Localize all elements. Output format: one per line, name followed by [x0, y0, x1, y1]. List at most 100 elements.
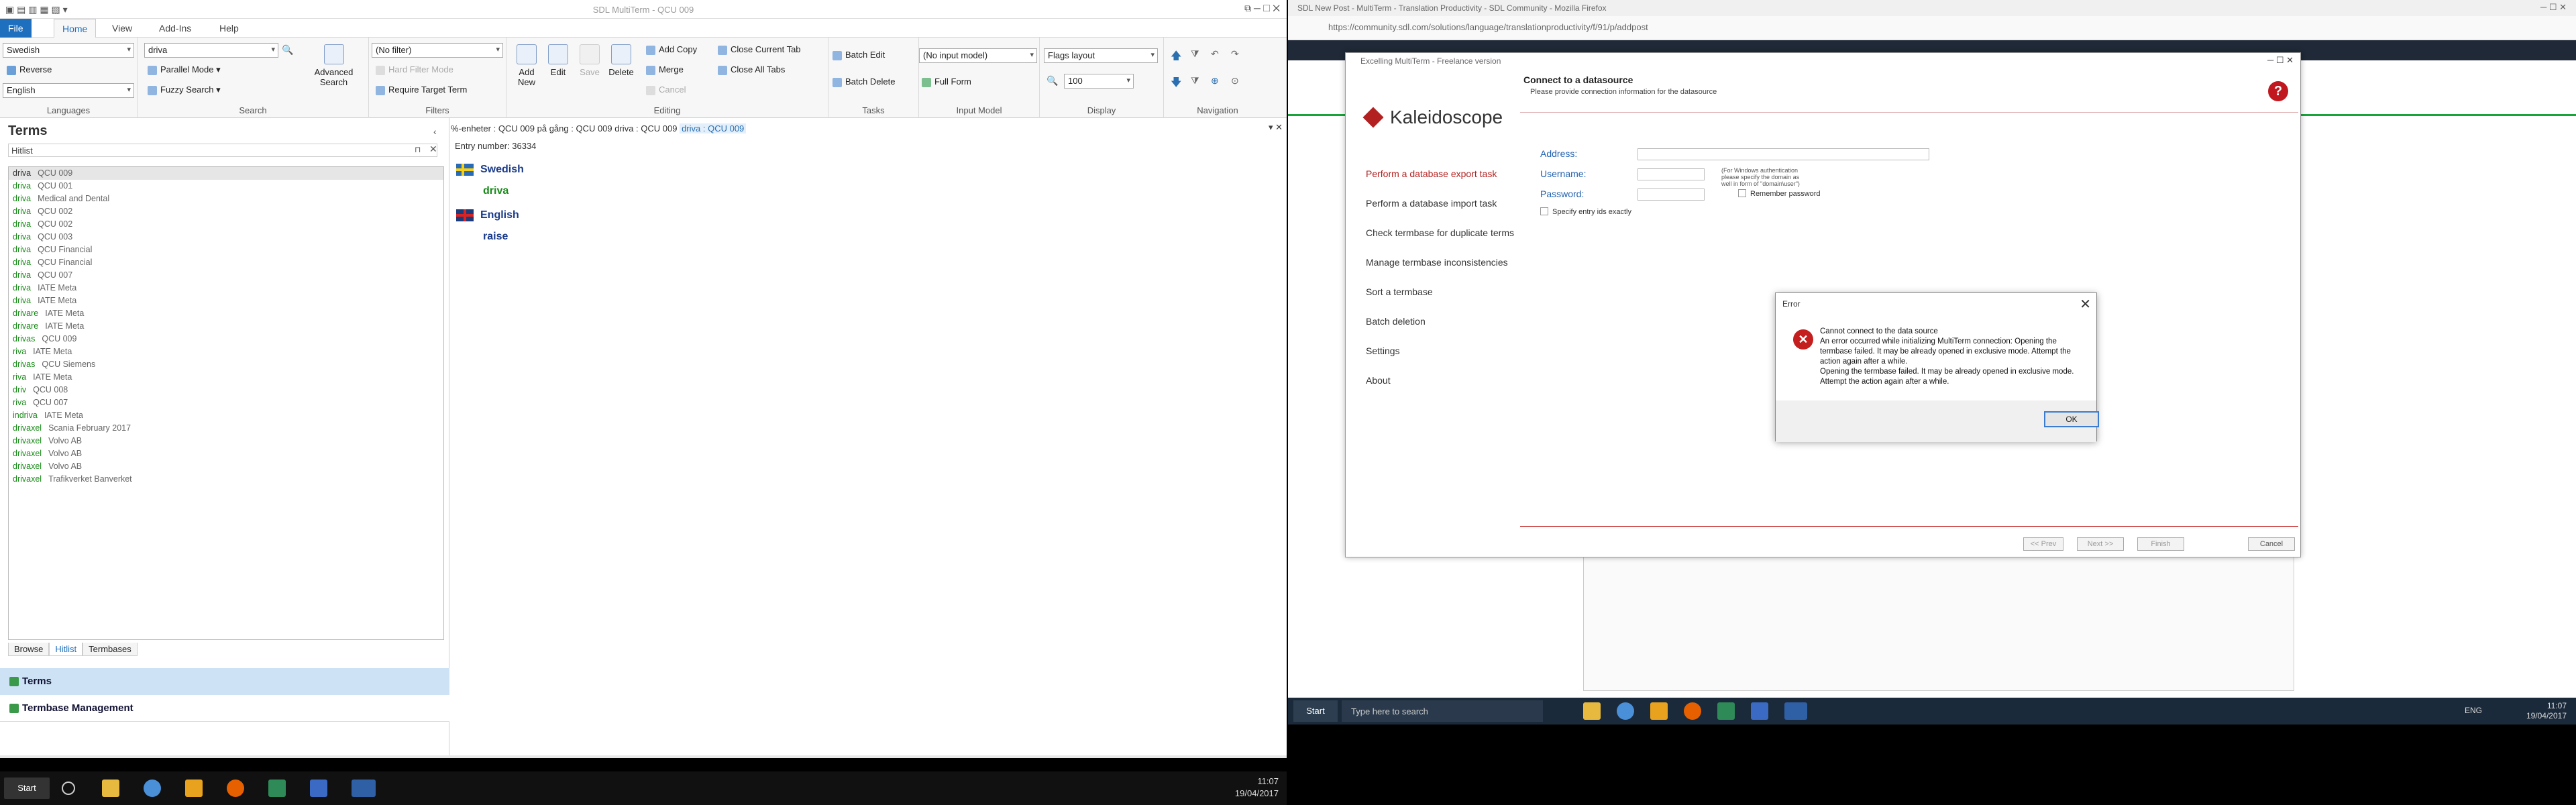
file-explorer-icon-right[interactable]: [1583, 702, 1601, 720]
close-hitlist-icon[interactable]: ✕: [429, 144, 437, 155]
list-item[interactable]: driva Medical and Dental: [9, 193, 443, 205]
source-term[interactable]: driva: [483, 185, 508, 197]
address-input[interactable]: [1638, 148, 1929, 160]
finish-button[interactable]: Finish: [2137, 537, 2184, 551]
tab-browse[interactable]: Browse: [8, 643, 50, 656]
target-language-select[interactable]: English: [3, 83, 134, 98]
next-button[interactable]: Next >>: [2077, 537, 2124, 551]
menu-home[interactable]: Home: [54, 19, 97, 38]
list-item[interactable]: driva IATE Meta: [9, 294, 443, 307]
input-language[interactable]: ENG: [2465, 706, 2482, 715]
nav-export-task[interactable]: Perform a database export task: [1366, 168, 1497, 179]
merge-button[interactable]: Merge: [646, 64, 684, 75]
breadcrumb-trail[interactable]: %-enheter : QCU 009 på gång : QCU 009 dr…: [451, 123, 677, 133]
app-icon[interactable]: [185, 780, 203, 797]
chrome-icon[interactable]: [144, 780, 161, 797]
search-input[interactable]: driva: [144, 43, 278, 58]
batch-delete-button[interactable]: Batch Delete: [833, 76, 895, 87]
close-all-tabs-button[interactable]: Close All Tabs: [718, 64, 785, 75]
layout-select[interactable]: Flags layout: [1044, 48, 1158, 63]
search-app-icon[interactable]: [310, 780, 327, 797]
close-icon[interactable]: ✕: [2080, 296, 2091, 313]
list-item[interactable]: drivaxel Volvo AB: [9, 435, 443, 447]
nav-sort[interactable]: Sort a termbase: [1366, 286, 1433, 297]
firefox-icon[interactable]: [227, 780, 244, 797]
search-app-icon-right[interactable]: [1751, 702, 1768, 720]
list-item[interactable]: driva QCU 002: [9, 218, 443, 231]
menu-add-ins[interactable]: Add-Ins: [151, 19, 199, 38]
full-form-button[interactable]: Full Form: [922, 76, 971, 87]
list-item[interactable]: drivaxel Volvo AB: [9, 447, 443, 460]
reverse-button[interactable]: Reverse: [7, 64, 52, 75]
forward-icon[interactable]: ↷: [1231, 48, 1239, 60]
list-item[interactable]: driva IATE Meta: [9, 282, 443, 294]
list-item[interactable]: drivas QCU 009: [9, 333, 443, 345]
list-item[interactable]: driv QCU 008: [9, 384, 443, 396]
list-item[interactable]: driva QCU Financial: [9, 244, 443, 256]
wizard-window-controls[interactable]: ─ ☐ ✕: [2267, 55, 2294, 66]
ok-button[interactable]: OK: [2044, 411, 2099, 427]
firefox-icon-right[interactable]: [1684, 702, 1701, 720]
nav-termbase-management[interactable]: Termbase Management: [0, 695, 449, 722]
hard-filter-mode-button[interactable]: Hard Filter Mode: [376, 64, 453, 75]
menu-file[interactable]: File: [0, 19, 32, 38]
list-item[interactable]: driva QCU Financial: [9, 256, 443, 269]
filter-down-icon[interactable]: ⧩: [1191, 75, 1199, 87]
app-icon-right[interactable]: [1650, 702, 1668, 720]
nav-extra-icon[interactable]: ⊙: [1231, 75, 1239, 87]
sync-icon[interactable]: ⊕: [1211, 75, 1219, 87]
quick-access-icons[interactable]: ▣ ▤ ▥ ▦ ▧ ▾: [5, 4, 68, 15]
close-current-tab-button[interactable]: Close Current Tab: [718, 44, 801, 55]
advanced-search-button[interactable]: Advanced Search: [305, 44, 362, 87]
require-target-term-button[interactable]: Require Target Term: [376, 85, 467, 95]
list-item[interactable]: driva QCU 002: [9, 205, 443, 218]
arrow-up-icon[interactable]: 🡅: [1171, 48, 1181, 66]
list-item[interactable]: drivaxel Volvo AB: [9, 460, 443, 473]
close-tabs-icon[interactable]: ▾ ✕: [1269, 122, 1283, 133]
list-item[interactable]: driva QCU 003: [9, 231, 443, 244]
source-language-select[interactable]: Swedish: [3, 43, 134, 58]
batch-edit-button[interactable]: Batch Edit: [833, 50, 885, 60]
zoom-select[interactable]: 100: [1064, 74, 1134, 89]
username-input[interactable]: [1638, 168, 1705, 180]
wizard-cancel-button[interactable]: Cancel: [2248, 537, 2295, 551]
edit-button[interactable]: Edit: [541, 44, 575, 77]
start-button-right[interactable]: Start: [1293, 700, 1338, 722]
remember-password-checkbox[interactable]: Remember password: [1738, 189, 1821, 198]
nav-terms[interactable]: Terms: [0, 668, 449, 695]
binoculars-icon[interactable]: 🔍: [282, 44, 293, 56]
multiterm-icon-right[interactable]: [1784, 702, 1807, 720]
add-new-button[interactable]: Add New: [510, 44, 543, 87]
delete-button[interactable]: Delete: [604, 44, 638, 77]
file-explorer-icon[interactable]: [102, 780, 119, 797]
start-button[interactable]: Start: [4, 777, 50, 799]
nav-batch-deletion[interactable]: Batch deletion: [1366, 316, 1426, 327]
help-icon[interactable]: ?: [2268, 81, 2288, 101]
chrome-icon-right[interactable]: [1617, 702, 1634, 720]
multiterm-taskbar-icon[interactable]: [352, 780, 376, 797]
studio-icon[interactable]: [268, 780, 286, 797]
cortana-icon[interactable]: [62, 782, 75, 795]
list-item[interactable]: driva QCU 007: [9, 269, 443, 282]
menu-help[interactable]: Help: [211, 19, 247, 38]
back-icon[interactable]: ↶: [1211, 48, 1219, 60]
fuzzy-search-button[interactable]: Fuzzy Search ▾: [148, 85, 221, 95]
firefox-window-controls[interactable]: ─ ☐ ✕: [2540, 2, 2567, 13]
list-item[interactable]: drivare IATE Meta: [9, 320, 443, 333]
cancel-button[interactable]: Cancel: [646, 85, 686, 95]
password-input[interactable]: [1638, 189, 1705, 201]
tab-hitlist[interactable]: Hitlist: [49, 643, 83, 656]
url-text[interactable]: https://community.sdl.com/solutions/lang…: [1328, 22, 1648, 32]
collapse-panel-icon[interactable]: ‹: [433, 126, 437, 137]
parallel-mode-button[interactable]: Parallel Mode ▾: [148, 64, 221, 75]
filter-select[interactable]: (No filter): [372, 43, 503, 58]
list-item[interactable]: driva QCU 001: [9, 180, 443, 193]
tab-termbases[interactable]: Termbases: [83, 643, 138, 656]
target-term[interactable]: raise: [483, 231, 508, 243]
nav-inconsistencies[interactable]: Manage termbase inconsistencies: [1366, 257, 1508, 268]
menu-view[interactable]: View: [104, 19, 140, 38]
specify-entry-ids-checkbox[interactable]: Specify entry ids exactly: [1540, 207, 1631, 216]
list-item[interactable]: driva QCU 009: [9, 167, 443, 180]
pin-icon[interactable]: ⊓: [415, 145, 421, 154]
nav-settings[interactable]: Settings: [1366, 345, 1400, 356]
